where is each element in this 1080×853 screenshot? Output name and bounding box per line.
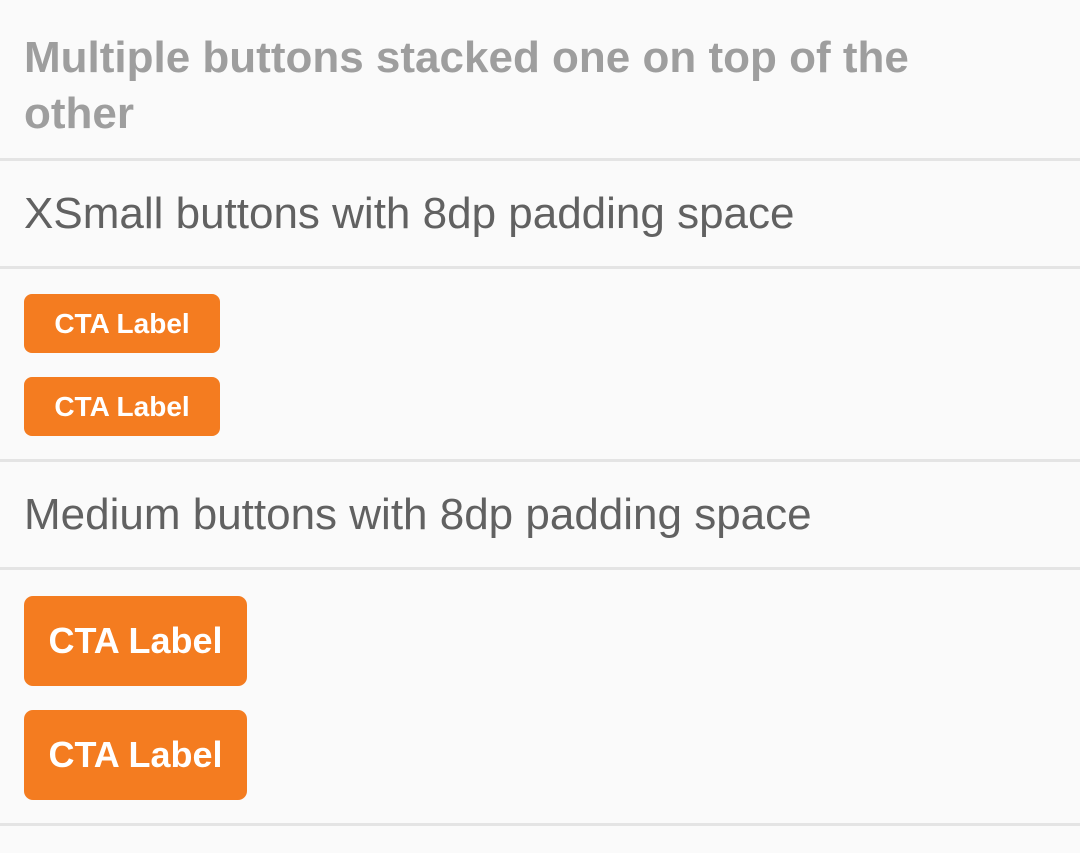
button-group-medium: CTA Label CTA Label	[0, 570, 1080, 826]
screen: Multiple buttons stacked one on top of t…	[0, 0, 1080, 853]
title-block: Multiple buttons stacked one on top of t…	[0, 0, 1080, 161]
section-header-xsmall: XSmall buttons with 8dp padding space	[0, 161, 1080, 269]
cta-button-xsmall-2[interactable]: CTA Label	[24, 377, 220, 436]
button-group-xsmall: CTA Label CTA Label	[0, 269, 1080, 462]
cta-button-xsmall-1[interactable]: CTA Label	[24, 294, 220, 353]
section-header-medium: Medium buttons with 8dp padding space	[0, 462, 1080, 570]
cta-button-medium-1[interactable]: CTA Label	[24, 596, 247, 686]
page-title: Multiple buttons stacked one on top of t…	[24, 33, 909, 138]
cta-button-medium-2[interactable]: CTA Label	[24, 710, 247, 800]
